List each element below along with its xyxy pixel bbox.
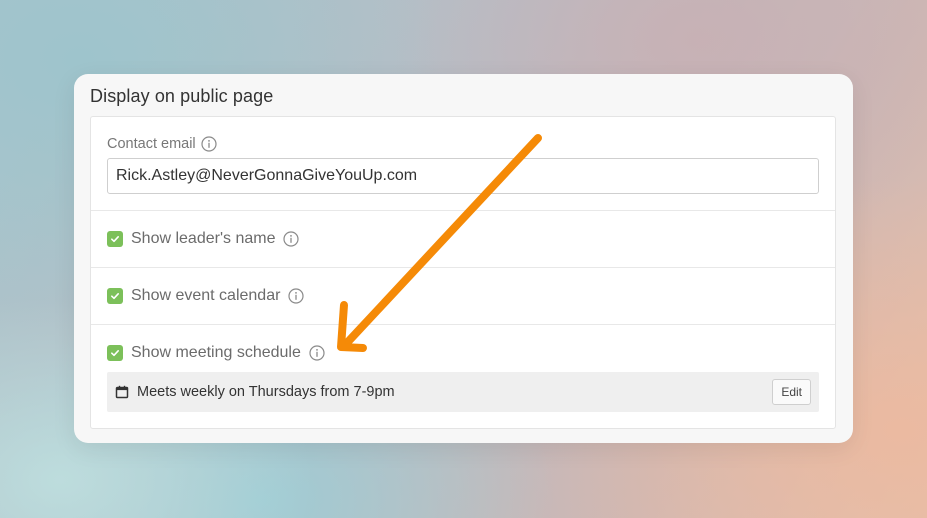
contact-email-input[interactable] [107,158,819,194]
divider [91,324,835,325]
meeting-schedule-box: Meets weekly on Thursdays from 7-9pm Edi… [107,372,819,412]
edit-schedule-button[interactable]: Edit [772,379,811,405]
event-calendar-label: Show event calendar [131,287,281,304]
info-icon[interactable] [283,231,300,247]
divider [91,267,835,268]
meeting-schedule-checkbox[interactable] [107,345,123,361]
check-icon [111,236,119,243]
settings-panel: Contact email Show leader's name [90,116,836,429]
leader-name-label: Show leader's name [131,230,276,247]
settings-card: Display on public page Contact email Sho… [74,74,853,443]
event-calendar-checkbox[interactable] [107,288,123,304]
info-icon[interactable] [309,345,325,361]
contact-email-label-text: Contact email [107,136,196,152]
leader-name-checkbox[interactable] [107,231,123,247]
option-row-event-calendar: Show event calendar [107,287,305,305]
contact-email-label: Contact email [107,136,217,152]
divider [91,210,835,211]
option-row-meeting-schedule: Show meeting schedule [107,344,325,362]
meeting-schedule-text: Meets weekly on Thursdays from 7-9pm [137,384,395,400]
card-title: Display on public page [90,86,274,106]
info-icon[interactable] [201,136,217,152]
check-icon [111,293,119,300]
check-icon [111,350,119,357]
meeting-schedule-label: Show meeting schedule [131,344,301,361]
option-row-leader-name: Show leader's name [107,230,300,248]
calendar-icon [115,385,129,399]
info-icon[interactable] [288,288,305,304]
